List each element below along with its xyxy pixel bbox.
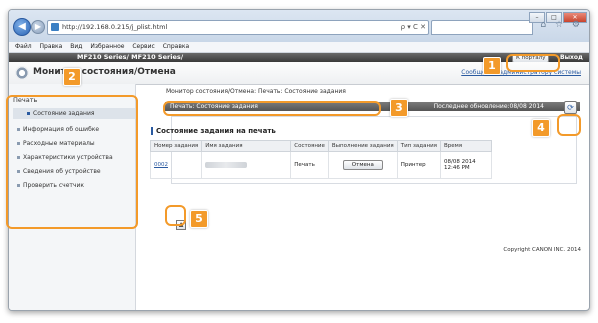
callout-frame-top (165, 205, 186, 226)
job-time: 08/08 2014 12:46 PM (439, 151, 492, 179)
callout-frame-refresh (557, 114, 581, 136)
job-type: Принтер (396, 151, 441, 179)
page-title: Монитор состояния/Отмена (33, 67, 176, 77)
menu-favorites[interactable]: Избранное (90, 43, 124, 50)
table-row: 0002 Печать Отмена Принтер 08/08 2014 12:… (149, 151, 492, 179)
monitor-icon (15, 66, 29, 80)
col-job-number: Номер задания (149, 140, 203, 152)
callout-3: 3 (390, 99, 408, 117)
menu-tools[interactable]: Сервис (132, 43, 154, 50)
refresh-icon[interactable]: ⟳ (564, 101, 577, 114)
col-job-name: Имя задания (201, 140, 292, 152)
callout-frame-breadcrumb (163, 101, 381, 116)
address-bar[interactable]: http://192.168.0.215/j_plist.html ρ ▾ C … (47, 20, 429, 35)
callout-5: 5 (190, 210, 208, 228)
page-title-row: Монитор состояния/Отмена Сообщение админ… (9, 62, 589, 85)
callout-frame-portal (506, 54, 560, 72)
col-action: Выполнение задания (327, 140, 398, 152)
job-name-redacted (205, 161, 248, 168)
forward-arrow-icon[interactable]: ▶ (31, 20, 45, 34)
table-header-row: Номер задания Имя задания Состояние Выпо… (149, 140, 492, 152)
jobs-table: Номер задания Имя задания Состояние Выпо… (149, 140, 492, 179)
address-bar-icons[interactable]: ρ ▾ C ✕ (401, 21, 426, 34)
col-state: Состояние (290, 140, 329, 152)
callout-1: 1 (483, 57, 501, 75)
job-number-link[interactable]: 0002 (154, 162, 168, 168)
breadcrumb: Монитор состояния/Отмена: Печать: Состоя… (166, 88, 346, 95)
ui-header: MF210 Series/ MF210 Series/ К порталу Вы… (9, 53, 589, 63)
col-time: Время (439, 140, 492, 152)
job-clock: 12:46 PM (443, 165, 470, 171)
table-title: Состояние задания на печать (151, 127, 276, 135)
col-type: Тип задания (396, 140, 441, 152)
menu-file[interactable]: Файл (15, 43, 32, 50)
main-content: Монитор состояния/Отмена: Печать: Состоя… (136, 84, 589, 310)
copyright: Copyright CANON INC. 2014 (503, 247, 581, 253)
cancel-button[interactable]: Отмена (342, 160, 383, 170)
logout-link[interactable]: Выход (560, 53, 583, 62)
menu-bar: Файл Правка Вид Избранное Сервис Справка (9, 42, 589, 53)
callout-frame-sidebar (6, 95, 138, 229)
callout-2: 2 (63, 68, 81, 86)
back-arrow-icon[interactable]: ◀ (13, 18, 31, 36)
menu-view[interactable]: Вид (70, 43, 82, 50)
callout-4: 4 (532, 119, 550, 137)
browser-tool-icons[interactable]: ⌂ ☆ ⚙ (540, 20, 583, 30)
browser-tab[interactable] (431, 20, 533, 35)
model-name: MF210 Series/ MF210 Series/ (77, 53, 184, 61)
menu-help[interactable]: Справка (163, 43, 189, 50)
browser-titlebar: ◀ ▶ http://192.168.0.215/j_plist.html ρ … (9, 10, 589, 42)
last-updated: Последнее обновление:08/08 2014 (433, 103, 544, 110)
job-state: Печать (290, 151, 329, 179)
page-favicon-icon (51, 23, 59, 31)
address-url: http://192.168.0.215/j_plist.html (62, 23, 168, 31)
menu-edit[interactable]: Правка (40, 43, 63, 50)
